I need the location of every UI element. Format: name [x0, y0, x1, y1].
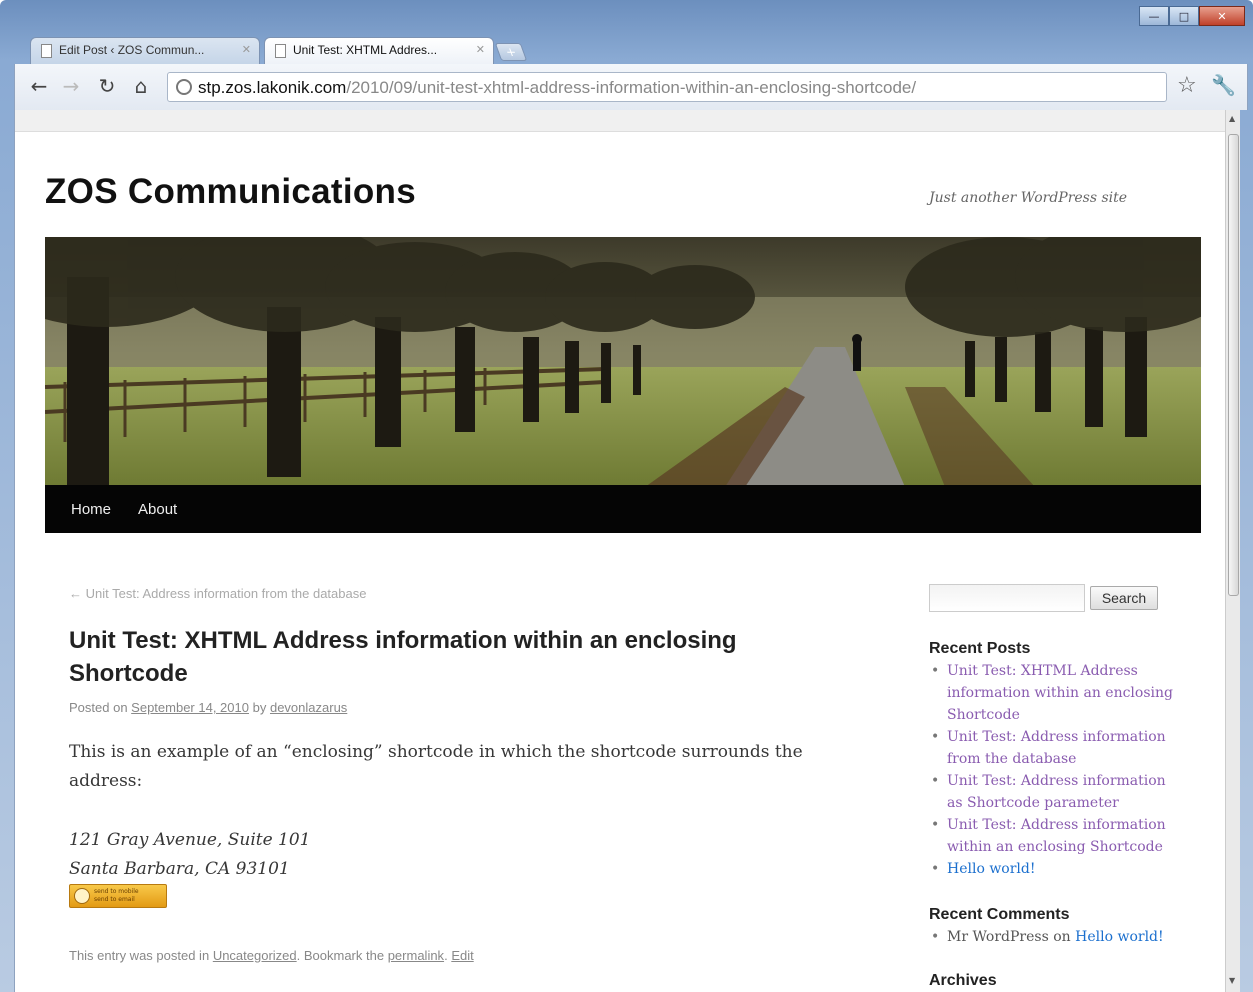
author-link[interactable]: devonlazarus — [270, 700, 347, 715]
badge-line-1: send to mobile — [94, 888, 139, 895]
page-info-icon[interactable] — [176, 79, 192, 95]
tab-title: Edit Post ‹ ZOS Commun... — [59, 43, 205, 57]
recent-post-link[interactable]: Unit Test: Address information from the … — [947, 729, 1166, 767]
address-line-2: Santa Barbara, CA 93101 — [69, 859, 290, 879]
send-to-mobile-button[interactable]: send to mobile send to email — [69, 884, 167, 908]
close-window-icon[interactable]: ✕ — [1199, 6, 1245, 26]
address-block: 121 Gray Avenue, Suite 101 Santa Barbara… — [69, 826, 311, 884]
wrench-icon[interactable]: 🔧 — [1211, 73, 1236, 97]
recent-post-link[interactable]: Unit Test: Address information within an… — [947, 817, 1166, 855]
post-meta: Posted on September 14, 2010 by devonlaz… — [69, 700, 347, 715]
post-date-link[interactable]: September 14, 2010 — [131, 700, 249, 715]
footer-dot: . — [444, 948, 448, 963]
recent-post-link[interactable]: Unit Test: Address information as Shortc… — [947, 773, 1166, 811]
site-description: Just another WordPress site — [929, 190, 1128, 206]
badge-line-2: send to email — [94, 896, 135, 903]
meta-by: by — [252, 700, 267, 715]
new-tab-button[interactable]: + — [494, 43, 528, 61]
home-icon[interactable]: ⌂ — [129, 74, 153, 98]
browser-toolbar: ← → ↻ ⌂ stp.zos.lakonik.com/2010/09/unit… — [14, 64, 1248, 110]
star-icon[interactable]: ☆ — [1177, 73, 1197, 98]
category-link[interactable]: Uncategorized — [213, 948, 297, 963]
recent-post-link[interactable]: Hello world! — [947, 861, 1036, 877]
window-controls: — □ ✕ — [1139, 6, 1245, 26]
recent-posts-title: Recent Posts — [929, 640, 1031, 657]
maximize-icon[interactable]: □ — [1169, 6, 1199, 26]
recent-post-link[interactable]: Unit Test: XHTML Address information wit… — [947, 663, 1173, 723]
meta-prefix: Posted on — [69, 700, 128, 715]
reload-icon[interactable]: ↻ — [95, 74, 119, 98]
tree-lined-road-image — [45, 237, 1201, 487]
footer-mid: . Bookmark the — [296, 948, 385, 963]
scrollbar-thumb[interactable] — [1228, 134, 1239, 596]
search-button[interactable]: Search — [1090, 586, 1158, 610]
list-item: Hello world! — [929, 858, 1179, 880]
page-top-strip — [15, 110, 1225, 132]
url-host: stp.zos.lakonik.com — [198, 78, 347, 97]
comment-post-link[interactable]: Hello world! — [1075, 929, 1164, 945]
page-icon — [275, 44, 286, 58]
post-body: This is an example of an “enclosing” sho… — [69, 742, 803, 791]
vertical-scrollbar[interactable]: ▲ ▼ — [1225, 110, 1240, 992]
address-bar[interactable]: stp.zos.lakonik.com/2010/09/unit-test-xh… — [167, 72, 1167, 102]
nav-home[interactable]: Home — [71, 501, 111, 518]
minimize-icon[interactable]: — — [1139, 6, 1169, 26]
header-image — [45, 237, 1201, 487]
page-icon — [41, 44, 52, 58]
main-navigation: Home About — [45, 485, 1201, 533]
list-item: Unit Test: XHTML Address information wit… — [929, 660, 1179, 726]
tab-unit-test[interactable]: Unit Test: XHTML Addres... ✕ — [264, 37, 494, 64]
tab-close-icon[interactable]: ✕ — [242, 43, 251, 56]
list-item: Unit Test: Address information as Shortc… — [929, 770, 1179, 814]
address-line-1: 121 Gray Avenue, Suite 101 — [69, 830, 311, 850]
comment-on: on — [1053, 929, 1071, 945]
search-input[interactable] — [929, 584, 1085, 612]
site-title[interactable]: ZOS Communications — [45, 172, 416, 212]
forward-arrow-icon[interactable]: → — [59, 74, 83, 98]
comment-author: Mr WordPress — [947, 929, 1049, 945]
mobile-phone-icon — [74, 888, 90, 904]
previous-post-link[interactable]: ← Unit Test: Address information from th… — [69, 586, 366, 601]
scroll-up-icon[interactable]: ▲ — [1229, 114, 1235, 123]
edit-link[interactable]: Edit — [451, 948, 473, 963]
tab-close-icon[interactable]: ✕ — [476, 43, 485, 56]
nav-about[interactable]: About — [138, 501, 177, 518]
tab-edit-post[interactable]: Edit Post ‹ ZOS Commun... ✕ — [30, 37, 260, 64]
list-item: Unit Test: Address information from the … — [929, 726, 1179, 770]
tab-title: Unit Test: XHTML Addres... — [293, 43, 438, 57]
page-viewport: ZOS Communications Just another WordPres… — [14, 110, 1240, 992]
browser-window: — □ ✕ Edit Post ‹ ZOS Commun... ✕ Unit T… — [0, 0, 1253, 992]
scroll-down-icon[interactable]: ▼ — [1229, 976, 1235, 985]
list-item: Unit Test: Address information within an… — [929, 814, 1179, 858]
archives-title: Archives — [929, 972, 997, 989]
list-item: Mr WordPress on Hello world! — [929, 926, 1179, 948]
url-path: /2010/09/unit-test-xhtml-address-informa… — [346, 78, 917, 97]
permalink-link[interactable]: permalink — [388, 948, 444, 963]
recent-comments-title: Recent Comments — [929, 906, 1070, 923]
back-arrow-icon[interactable]: ← — [27, 74, 51, 98]
recent-posts-list: Unit Test: XHTML Address information wit… — [929, 660, 1179, 880]
recent-comments-list: Mr WordPress on Hello world! — [929, 926, 1179, 948]
tab-strip: Edit Post ‹ ZOS Commun... ✕ Unit Test: X… — [30, 36, 528, 64]
post-title[interactable]: Unit Test: XHTML Address information wit… — [69, 624, 829, 690]
badge-text: send to mobile send to email — [94, 888, 139, 904]
entry-footer: This entry was posted in Uncategorized. … — [69, 948, 474, 963]
footer-prefix: This entry was posted in — [69, 948, 210, 963]
